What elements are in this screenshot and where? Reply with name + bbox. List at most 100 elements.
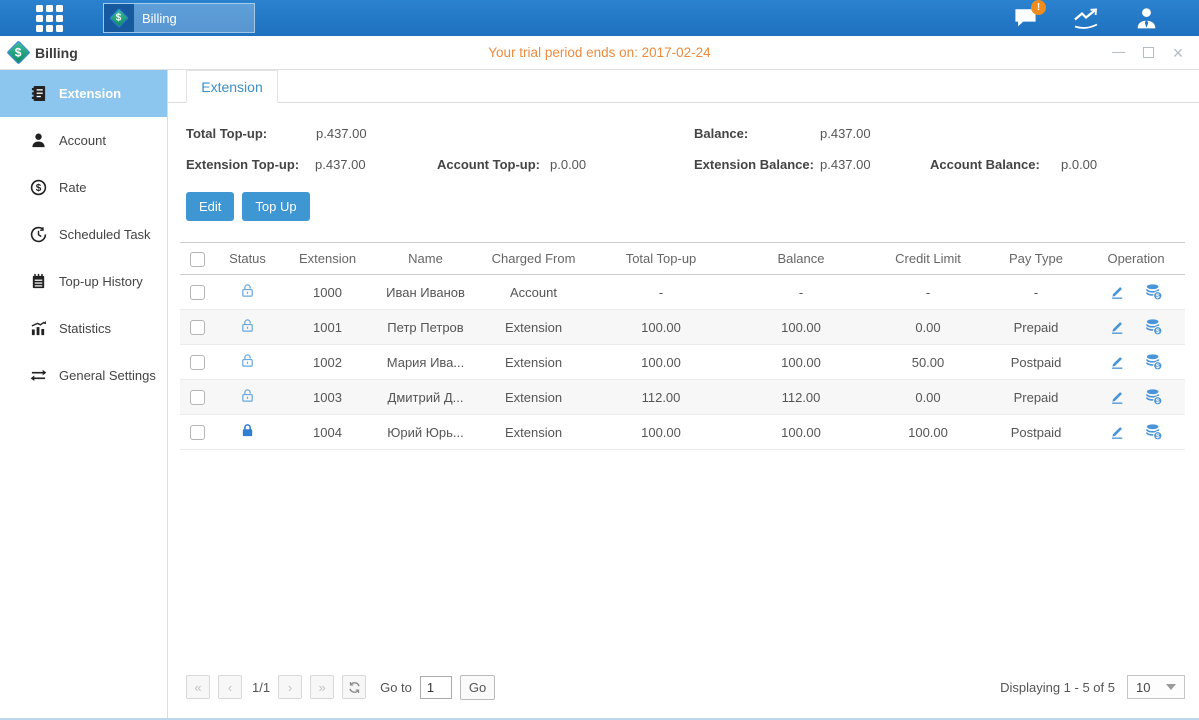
edit-button[interactable]: Edit bbox=[186, 192, 234, 221]
messages-icon[interactable]: ! bbox=[1013, 7, 1038, 29]
row-checkbox[interactable] bbox=[190, 390, 205, 405]
svg-text:$: $ bbox=[1156, 363, 1160, 370]
edit-pencil-icon[interactable] bbox=[1109, 389, 1125, 405]
sidebar-item-scheduled-task[interactable]: Scheduled Task bbox=[0, 211, 167, 258]
extension-cell: 1003 bbox=[280, 380, 375, 415]
edit-pencil-icon[interactable] bbox=[1109, 319, 1125, 335]
total-topup-cell: 100.00 bbox=[591, 310, 731, 345]
row-checkbox[interactable] bbox=[190, 285, 205, 300]
apps-grid-icon[interactable] bbox=[36, 5, 63, 32]
credit-limit-cell: - bbox=[871, 275, 985, 310]
topup-coins-icon[interactable]: $ bbox=[1145, 423, 1163, 441]
page-size-select[interactable]: 10 bbox=[1127, 675, 1185, 699]
extension-table-body: 1000 Иван Иванов Account - - - - $ bbox=[180, 275, 1185, 450]
col-operation: Operation bbox=[1087, 243, 1185, 275]
reports-chart-icon[interactable] bbox=[1072, 6, 1100, 30]
select-all-checkbox[interactable] bbox=[190, 252, 205, 267]
total-topup-label: Total Top-up: bbox=[186, 126, 316, 141]
table-row[interactable]: 1003 Дмитрий Д... Extension 112.00 112.0… bbox=[180, 380, 1185, 415]
row-checkbox[interactable] bbox=[190, 320, 205, 335]
sidebar-item-account[interactable]: Account bbox=[0, 117, 167, 164]
refresh-icon[interactable] bbox=[342, 675, 366, 699]
notification-badge: ! bbox=[1031, 0, 1046, 15]
last-page-icon[interactable]: » bbox=[310, 675, 334, 699]
credit-limit-cell: 50.00 bbox=[871, 345, 985, 380]
row-checkbox[interactable] bbox=[190, 355, 205, 370]
extension-cell: 1002 bbox=[280, 345, 375, 380]
first-page-icon[interactable]: « bbox=[186, 675, 210, 699]
bar-chart-icon bbox=[30, 320, 47, 337]
maximize-icon[interactable] bbox=[1141, 46, 1155, 60]
charged-from-cell: Extension bbox=[476, 310, 591, 345]
credit-limit-cell: 0.00 bbox=[871, 380, 985, 415]
svg-text:$: $ bbox=[1156, 398, 1160, 405]
col-total-topup: Total Top-up bbox=[591, 243, 731, 275]
svg-text:$: $ bbox=[36, 183, 42, 194]
displaying-text: Displaying 1 - 5 of 5 bbox=[1000, 680, 1115, 695]
extension-book-icon bbox=[30, 85, 47, 102]
sidebar-item-topup-history[interactable]: Top-up History bbox=[0, 258, 167, 305]
name-cell: Дмитрий Д... bbox=[375, 380, 476, 415]
name-cell: Юрий Юрь... bbox=[375, 415, 476, 450]
topup-coins-icon[interactable]: $ bbox=[1145, 283, 1163, 301]
sidebar-item-statistics[interactable]: Statistics bbox=[0, 305, 167, 352]
sidebar-item-rate[interactable]: $ Rate bbox=[0, 164, 167, 211]
table-row[interactable]: 1004 Юрий Юрь... Extension 100.00 100.00… bbox=[180, 415, 1185, 450]
balance-label: Balance: bbox=[694, 126, 820, 141]
summary-stats: Total Top-up: p.437.00 Balance: p.437.00… bbox=[168, 103, 1199, 180]
table-row[interactable]: 1001 Петр Петров Extension 100.00 100.00… bbox=[180, 310, 1185, 345]
minimize-icon[interactable] bbox=[1111, 46, 1125, 60]
svg-text:$: $ bbox=[1156, 293, 1160, 300]
app-tab-billing[interactable]: $ Billing bbox=[103, 3, 255, 33]
goto-page-input[interactable] bbox=[420, 676, 452, 699]
billing-logo-box: $ bbox=[104, 4, 134, 32]
goto-label: Go to bbox=[380, 680, 412, 695]
user-account-icon[interactable] bbox=[1134, 6, 1159, 31]
account-topup-label: Account Top-up: bbox=[437, 157, 550, 172]
page-size-value: 10 bbox=[1136, 680, 1150, 695]
name-cell: Мария Ива... bbox=[375, 345, 476, 380]
balance-cell: 100.00 bbox=[731, 415, 871, 450]
extension-balance-label: Extension Balance: bbox=[694, 157, 820, 172]
extension-balance-value: p.437.00 bbox=[820, 157, 930, 172]
table-row[interactable]: 1002 Мария Ива... Extension 100.00 100.0… bbox=[180, 345, 1185, 380]
col-name: Name bbox=[375, 243, 476, 275]
credit-limit-cell: 0.00 bbox=[871, 310, 985, 345]
billing-app-window: $ Billing ! bbox=[0, 0, 1199, 720]
col-extension: Extension bbox=[280, 243, 375, 275]
sidebar: Extension Account $ Rate bbox=[0, 70, 168, 718]
account-topup-value: p.0.00 bbox=[550, 157, 586, 172]
next-page-icon[interactable]: › bbox=[278, 675, 302, 699]
top-up-button[interactable]: Top Up bbox=[242, 192, 309, 221]
dollar-circle-icon: $ bbox=[30, 179, 47, 196]
prev-page-icon[interactable]: ‹ bbox=[218, 675, 242, 699]
close-icon[interactable]: × bbox=[1171, 46, 1185, 60]
chevron-down-icon bbox=[1166, 684, 1176, 690]
person-icon bbox=[30, 132, 47, 149]
row-checkbox[interactable] bbox=[190, 425, 205, 440]
go-button[interactable]: Go bbox=[460, 675, 495, 700]
topup-coins-icon[interactable]: $ bbox=[1145, 318, 1163, 336]
balance-cell: 100.00 bbox=[731, 345, 871, 380]
sidebar-item-extension[interactable]: Extension bbox=[0, 70, 167, 117]
extension-table: Status Extension Name Charged From Total… bbox=[180, 242, 1185, 450]
edit-pencil-icon[interactable] bbox=[1109, 354, 1125, 370]
edit-pencil-icon[interactable] bbox=[1109, 424, 1125, 440]
topup-coins-icon[interactable]: $ bbox=[1145, 353, 1163, 371]
svg-text:$: $ bbox=[1156, 328, 1160, 335]
unlocked-icon bbox=[240, 353, 255, 368]
topbar: $ Billing ! bbox=[0, 0, 1199, 36]
sidebar-item-general-settings[interactable]: General Settings bbox=[0, 352, 167, 399]
col-balance: Balance bbox=[731, 243, 871, 275]
charged-from-cell: Account bbox=[476, 275, 591, 310]
pay-type-cell: Postpaid bbox=[985, 415, 1087, 450]
table-row[interactable]: 1000 Иван Иванов Account - - - - $ bbox=[180, 275, 1185, 310]
charged-from-cell: Extension bbox=[476, 345, 591, 380]
credit-limit-cell: 100.00 bbox=[871, 415, 985, 450]
billing-dollar-icon: $ bbox=[109, 8, 129, 28]
edit-pencil-icon[interactable] bbox=[1109, 284, 1125, 300]
tab-extension[interactable]: Extension bbox=[186, 70, 278, 103]
topup-coins-icon[interactable]: $ bbox=[1145, 388, 1163, 406]
trial-notice: Your trial period ends on: 2017-02-24 bbox=[0, 45, 1199, 60]
unlocked-icon bbox=[240, 318, 255, 333]
